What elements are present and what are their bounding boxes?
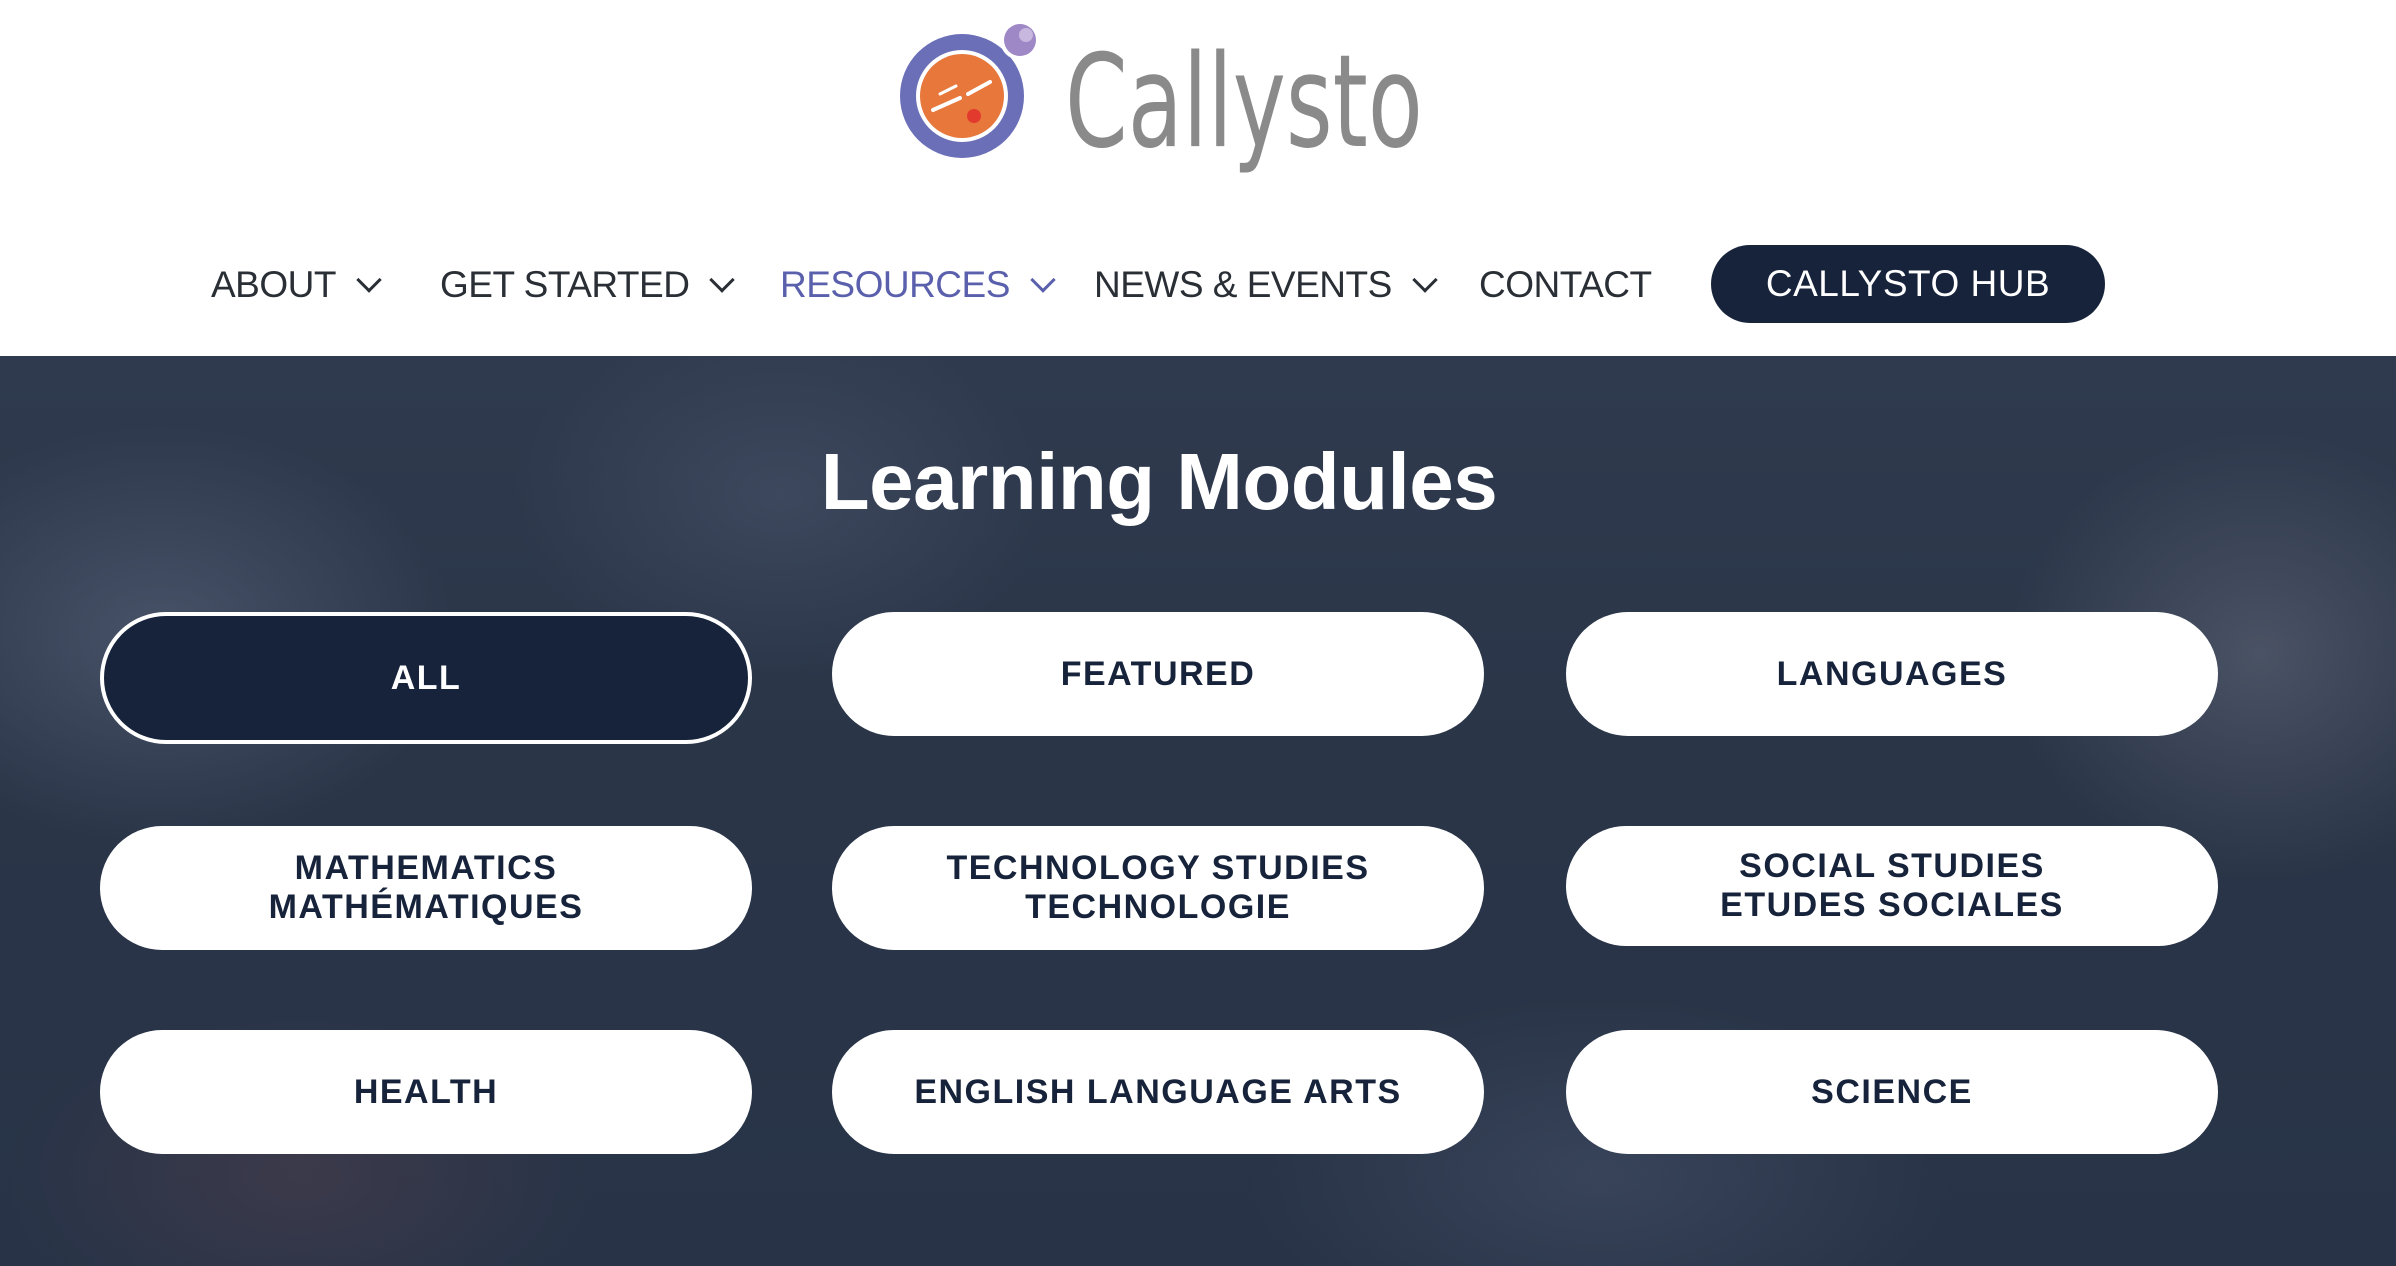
site-header: Callysto ABOUT GET STARTED RESOURCES NEW… xyxy=(0,0,2396,356)
filter-label: SOCIAL STUDIES xyxy=(1739,847,2045,885)
filter-label: LANGUAGES xyxy=(1776,654,2008,693)
callysto-hub-button[interactable]: CALLYSTO HUB xyxy=(1711,245,2105,323)
section-title: Learning Modules xyxy=(820,437,1498,526)
learning-modules-section: Learning Modules ALL FEATURED LANGUAGES … xyxy=(0,356,2396,1266)
nav-label: RESOURCES xyxy=(780,264,1010,305)
chevron-down-icon xyxy=(356,267,382,293)
callysto-logo[interactable]: Callysto xyxy=(890,20,1423,177)
filter-label: ALL xyxy=(390,658,462,697)
nav-label: ABOUT xyxy=(211,264,336,305)
filter-all[interactable]: ALL xyxy=(100,612,752,744)
filter-label: HEALTH xyxy=(353,1072,499,1111)
brand-name: Callysto xyxy=(1065,28,1423,177)
filter-label-fr: MATHÉMATIQUES xyxy=(268,888,584,926)
filter-label-fr: ETUDES SOCIALES xyxy=(1720,886,2064,924)
nav-label: CONTACT xyxy=(1479,264,1652,305)
nav-get-started[interactable]: GET STARTED xyxy=(440,258,736,312)
filter-label: MATHEMATICS xyxy=(294,849,558,887)
nav-label: GET STARTED xyxy=(440,264,690,305)
chevron-down-icon xyxy=(1412,267,1438,293)
filter-label: SCIENCE xyxy=(1811,1072,1973,1111)
chevron-down-icon xyxy=(1030,267,1056,293)
filter-mathematics[interactable]: MATHEMATICS MATHÉMATIQUES xyxy=(100,826,752,950)
nav-resources[interactable]: RESOURCES xyxy=(780,258,1056,312)
chevron-down-icon xyxy=(709,267,736,293)
filter-label: ENGLISH LANGUAGE ARTS xyxy=(914,1072,1402,1111)
filter-label: FEATURED xyxy=(1060,654,1256,693)
nav-news-events[interactable]: NEWS & EVENTS xyxy=(1094,258,1438,312)
filter-label-fr: TECHNOLOGIE xyxy=(1025,888,1291,926)
filter-english-language-arts[interactable]: ENGLISH LANGUAGE ARTS xyxy=(832,1030,1484,1154)
filter-languages[interactable]: LANGUAGES xyxy=(1566,612,2218,736)
nav-label: NEWS & EVENTS xyxy=(1094,264,1392,305)
filter-featured[interactable]: FEATURED xyxy=(832,612,1484,736)
filter-technology-studies[interactable]: TECHNOLOGY STUDIES TECHNOLOGIE xyxy=(832,826,1484,950)
nav-contact[interactable]: CONTACT xyxy=(1479,258,1652,312)
filter-label: TECHNOLOGY STUDIES xyxy=(946,849,1370,887)
filter-health[interactable]: HEALTH xyxy=(100,1030,752,1154)
filter-science[interactable]: SCIENCE xyxy=(1566,1030,2218,1154)
filter-social-studies[interactable]: SOCIAL STUDIES ETUDES SOCIALES xyxy=(1566,826,2218,946)
callysto-planet-logo-icon xyxy=(900,20,1040,158)
nav-about[interactable]: ABOUT xyxy=(211,258,382,312)
